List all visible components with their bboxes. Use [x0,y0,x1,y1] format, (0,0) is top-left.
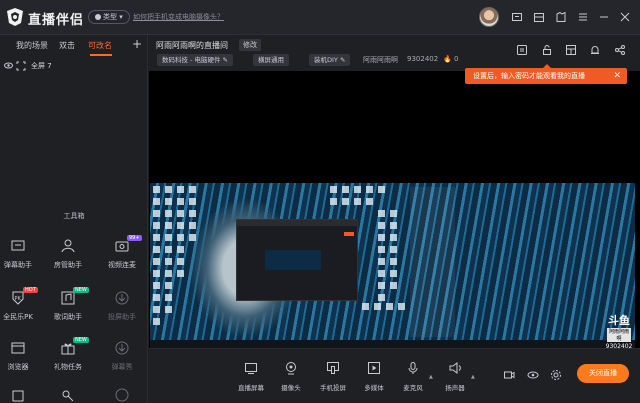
tool-pk[interactable]: PK HOT 全民乐PK [0,287,41,334]
type-selector[interactable]: 类型 ▾ [88,10,130,24]
scene-tabs: 我的场景 双击 可改名 + [0,35,148,56]
toolbox-title: 工具箱 [63,212,85,220]
menu-icon[interactable] [577,11,589,23]
preview-eye-icon[interactable] [527,369,539,381]
app-logo-icon [4,6,26,28]
skin-icon[interactable] [555,11,567,23]
tool-video-call[interactable]: 99+ 视频连麦 [99,235,145,282]
bag-icon [10,387,26,403]
eye-icon[interactable] [4,62,13,69]
lock-icon[interactable] [541,44,553,56]
notice-icon[interactable] [516,44,528,56]
tool-gift-task[interactable]: NEW 礼物任务 [45,337,91,384]
record-icon[interactable] [503,369,515,381]
heat-count: 🔥 0 [443,55,459,63]
tool-badge: 99+ [127,235,142,241]
share-icon[interactable] [614,44,626,56]
speaker-icon [448,361,462,375]
tab-renamable[interactable]: 可改名 [88,40,112,51]
tool-badge: NEW [73,287,89,293]
tool-browser[interactable]: 浏览器 [0,340,41,384]
edit-room-button[interactable]: 修改 [239,39,261,51]
settings-icon[interactable] [550,369,562,381]
desktop-icons [153,186,405,325]
tab-my-scenes[interactable]: 我的场景 [16,40,48,51]
scene-name: 全屏 7 [31,62,52,70]
category-tag[interactable]: 数码科技 - 电脑硬件 ✎ [157,54,233,66]
tool-danmu-assistant[interactable]: 弹幕助手 [0,238,41,282]
room-title: 阿雨阿雨啊的直播间 [156,41,228,50]
phone-cast-button[interactable]: 手机投屏 [315,361,351,401]
room-header: 阿雨阿雨啊的直播间 修改 数码科技 - 电脑硬件 ✎ 横屏通用 装机DIY ✎ … [149,35,640,71]
chat-panel [410,187,455,337]
title-bar: 直播伴侣 类型 ▾ 如何把手机变成电脑摄像头？ [0,0,640,35]
help-link[interactable]: 如何把手机变成电脑摄像头？ [133,12,224,22]
bell-icon[interactable] [589,44,601,56]
phone-cast-icon [326,361,340,375]
app-window [236,219,358,301]
app-name: 直播伴侣 [28,13,85,28]
tab-double-click[interactable]: 双击 [59,40,75,51]
disc-icon [114,387,130,403]
tool-lyrics[interactable]: NEW 歌词助手 [45,287,91,334]
sidebar: 我的场景 双击 可改名 + 全屏 7 工具箱 弹幕助手 房管助手 99+ 视频连… [0,35,148,403]
subcategory-tag[interactable]: 装机DIY ✎ [309,54,351,66]
tool-room-admin[interactable]: 房管助手 [45,238,91,282]
screen-cast-icon [244,361,258,375]
room-id: 9302402 [407,55,439,63]
multimedia-button[interactable]: 多媒体 [356,361,392,401]
tool-danmu-show[interactable]: 弹幕秀 [99,340,145,384]
tool-more-2[interactable] [45,387,91,403]
taskbar [150,340,635,348]
screen-cast-button[interactable]: 直播屏幕 [233,361,269,401]
browser-icon [10,340,26,356]
admin-icon [60,238,76,254]
chat-icon [10,238,26,254]
type-icon [95,14,101,20]
brand-watermark: 斗鱼 阿雨阿雨啊 9302402 [605,314,633,351]
owner-name: 阿雨阿雨啊 [363,56,398,64]
speaker-button[interactable]: 扬声器 [437,361,473,401]
tool-cast-assistant[interactable]: 投屏助手 [99,290,145,334]
download-icon [114,340,130,356]
tool-badge: NEW [73,337,89,343]
tool-more-3[interactable] [99,387,145,403]
fullscreen-source-icon [16,61,26,71]
source-controls: 直播屏幕 摄像头 手机投屏 多媒体 麦克风 ▲ 扬声器 ▲ [149,348,640,403]
link-icon [60,387,76,403]
avatar[interactable] [479,7,499,27]
tool-more-1[interactable] [0,387,41,403]
layout-icon[interactable] [565,44,577,56]
media-icon [367,361,381,375]
active-tab-indicator [90,54,112,56]
minimize-icon[interactable] [598,11,610,23]
stop-live-button[interactable]: 关闭直播 [577,364,629,383]
microphone-options-icon[interactable]: ▲ [429,374,433,380]
message-icon[interactable] [511,11,523,23]
layout-tag[interactable]: 横屏通用 [253,54,289,66]
download-icon [114,290,130,306]
add-scene-button[interactable]: + [132,37,142,51]
microphone-icon [406,361,420,375]
scene-item[interactable]: 全屏 7 [0,59,148,73]
close-icon[interactable]: ✕ [613,68,621,84]
screen-capture [150,183,635,348]
tool-badge: HOT [23,287,38,293]
close-icon[interactable] [619,11,631,23]
box-icon[interactable] [533,11,545,23]
speaker-options-icon[interactable]: ▲ [471,374,475,380]
camera-button[interactable]: 摄像头 [273,361,309,401]
camera-icon [284,361,298,375]
microphone-button[interactable]: 麦克风 [395,361,431,401]
svg-text:PK: PK [15,296,22,302]
password-tip: 设置后，输入密码才能观看我的直播 ✕ [465,64,627,84]
